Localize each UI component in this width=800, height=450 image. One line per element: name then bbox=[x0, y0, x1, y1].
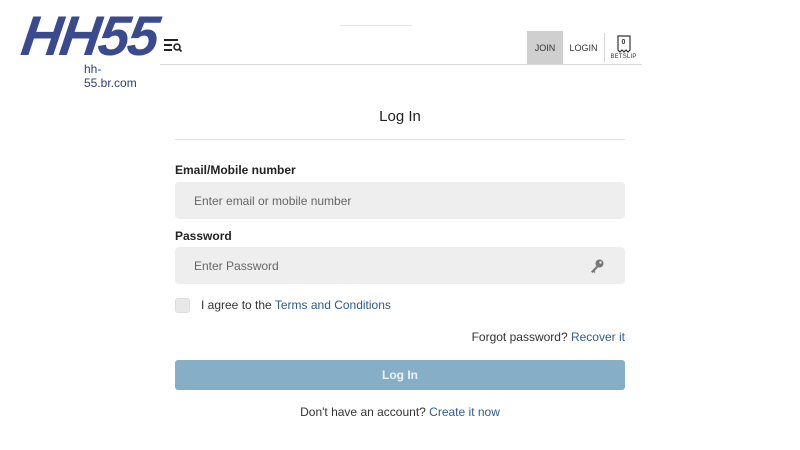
password-input[interactable] bbox=[175, 247, 625, 284]
key-icon[interactable] bbox=[588, 257, 606, 275]
betslip-button[interactable]: 0 BETSLIP bbox=[605, 31, 642, 64]
menu-search-button[interactable] bbox=[162, 36, 184, 54]
email-input[interactable] bbox=[175, 182, 625, 219]
login-submit-button[interactable]: Log In bbox=[175, 360, 625, 390]
title-divider bbox=[175, 139, 625, 140]
terms-prefix: I agree to the bbox=[201, 298, 272, 312]
password-label: Password bbox=[175, 229, 232, 243]
signup-prefix: Don't have an account? bbox=[300, 405, 426, 419]
logo-domain: hh-55.br.com bbox=[84, 62, 137, 90]
page-title: Log In bbox=[379, 108, 421, 125]
create-account-link[interactable]: Create it now bbox=[429, 405, 500, 419]
header-bar: JOIN LOGIN 0 BETSLIP bbox=[160, 26, 642, 65]
login-page: HH55 hh-55.br.com JOIN LOGIN 0 BETSLIP L… bbox=[0, 0, 800, 450]
terms-agreement: I agree to the Terms and Conditions bbox=[175, 297, 391, 313]
menu-search-icon bbox=[164, 39, 183, 53]
recover-link[interactable]: Recover it bbox=[571, 330, 625, 344]
betslip-count: 0 bbox=[621, 39, 626, 46]
join-button[interactable]: JOIN bbox=[527, 31, 563, 64]
terms-text: I agree to the Terms and Conditions bbox=[201, 298, 391, 312]
header-actions: JOIN LOGIN 0 BETSLIP bbox=[527, 31, 642, 64]
email-label: Email/Mobile number bbox=[175, 163, 296, 177]
site-logo[interactable]: HH55 hh-55.br.com bbox=[18, 4, 162, 90]
terms-checkbox[interactable] bbox=[175, 297, 190, 313]
terms-link[interactable]: Terms and Conditions bbox=[275, 298, 391, 312]
login-button[interactable]: LOGIN bbox=[563, 31, 604, 64]
logo-wordmark: HH55 bbox=[17, 4, 162, 67]
forgot-password: Forgot password? Recover it bbox=[472, 330, 625, 344]
signup-prompt: Don't have an account? Create it now bbox=[175, 405, 625, 419]
forgot-prefix: Forgot password? bbox=[471, 330, 568, 344]
betslip-label: BETSLIP bbox=[610, 54, 637, 60]
betslip-icon: 0 bbox=[616, 35, 631, 53]
